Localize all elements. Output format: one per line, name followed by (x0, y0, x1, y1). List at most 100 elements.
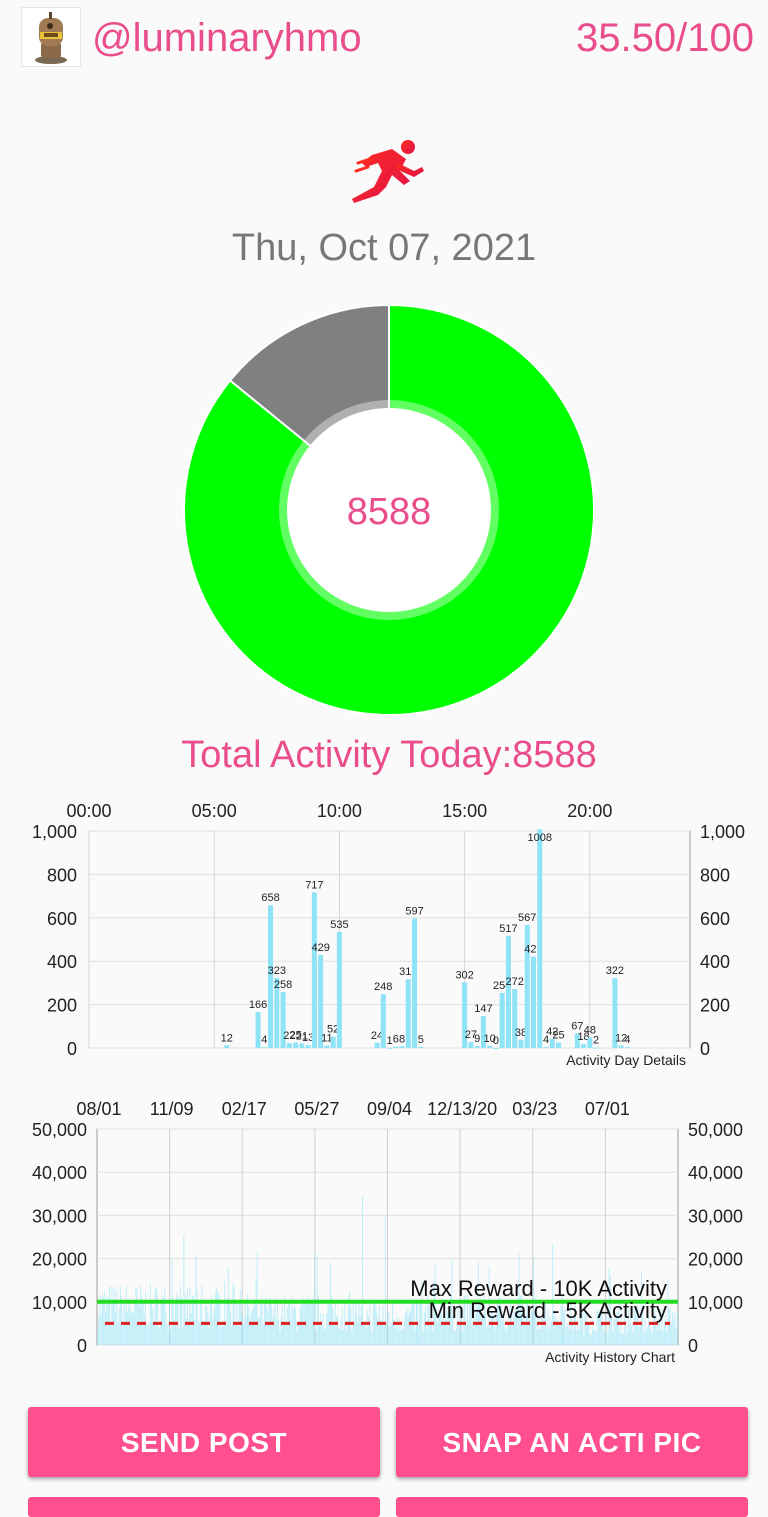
history-chart-bar (536, 1329, 538, 1345)
history-chart-bar (128, 1298, 130, 1345)
history-chart-bar (298, 1322, 300, 1345)
day-chart-bar-label: 9 (474, 1033, 480, 1045)
history-chart-bar (149, 1282, 151, 1345)
snap-pic-button[interactable]: SNAP AN ACTI PIC (396, 1407, 748, 1477)
history-chart-bar (170, 1328, 172, 1345)
history-chart-bar (398, 1330, 400, 1345)
history-chart-bar (119, 1285, 121, 1345)
history-chart-bar (504, 1327, 506, 1345)
day-chart-bar (593, 1047, 599, 1049)
history-chart-bar (139, 1305, 140, 1345)
history-chart-bar (129, 1305, 131, 1345)
history-chart-bar (159, 1325, 161, 1345)
history-chart-bar (643, 1333, 645, 1345)
day-chart-bar-label: 1008 (528, 832, 552, 844)
day-chart-y-tick-right: 600 (700, 909, 730, 929)
history-chart-bar (166, 1323, 168, 1345)
history-chart-bar (387, 1313, 389, 1345)
history-chart-bar (629, 1324, 630, 1345)
history-chart-bar (374, 1303, 376, 1345)
history-chart-bar (143, 1314, 145, 1345)
day-chart-y-tick: 0 (67, 1039, 77, 1059)
history-chart-bar (494, 1329, 496, 1345)
history-chart-bar (273, 1309, 275, 1345)
history-chart-bar (512, 1325, 514, 1345)
history-chart-bar (468, 1321, 470, 1345)
history-chart-x-tick: 03/23 (512, 1099, 557, 1119)
history-chart-bar (125, 1287, 127, 1345)
history-chart-bar (158, 1328, 160, 1345)
day-chart-y-tick: 1,000 (32, 822, 77, 842)
history-chart-bar (151, 1299, 152, 1345)
history-chart-bar (656, 1330, 658, 1345)
history-chart-y-tick-right: 10,000 (688, 1293, 743, 1313)
history-chart-bar (590, 1334, 592, 1345)
day-chart-bar (330, 1036, 336, 1048)
history-chart-bar (359, 1315, 361, 1345)
send-post-button[interactable]: SEND POST (28, 1407, 380, 1477)
history-chart-bar (350, 1307, 352, 1345)
history-chart-bar (194, 1320, 196, 1345)
history-chart-bar (127, 1312, 128, 1345)
history-chart-y-tick-right: 20,000 (688, 1250, 743, 1270)
day-chart-bar (618, 1045, 624, 1048)
history-chart-bar (189, 1288, 191, 1345)
history-chart-bar (229, 1298, 230, 1345)
header: @luminaryhmo 35.50/100 (0, 0, 768, 80)
runner-icon (348, 137, 428, 207)
history-chart-bar (266, 1307, 268, 1345)
history-chart-bar (116, 1290, 118, 1345)
history-chart-bar (454, 1330, 456, 1345)
day-chart-bar (512, 988, 518, 1048)
day-chart-bar (474, 1046, 480, 1048)
history-chart-bar (203, 1321, 205, 1345)
history-chart-bar (196, 1288, 198, 1345)
history-chart-x-tick: 02/17 (222, 1099, 267, 1119)
history-chart-bar (275, 1318, 277, 1345)
history-chart-bar (631, 1325, 633, 1345)
day-chart-bar-label: 8 (399, 1033, 405, 1045)
history-chart-bar (424, 1305, 426, 1345)
history-chart-bar (302, 1296, 304, 1345)
history-chart-x-tick: 07/01 (585, 1099, 630, 1119)
history-chart-bar (290, 1319, 292, 1345)
history-chart-bar (233, 1286, 235, 1345)
history-chart-bar (326, 1313, 328, 1345)
history-chart-bar (190, 1313, 192, 1345)
day-chart-bar-label: 147 (474, 1003, 492, 1015)
history-chart-bar (232, 1283, 234, 1345)
day-chart-x-tick: 15:00 (442, 801, 487, 821)
day-chart-bar-label: 5 (418, 1034, 424, 1046)
day-chart-y-tick-right: 1,000 (700, 822, 745, 842)
day-chart-bar (537, 829, 543, 1048)
day-chart-bar-label: 658 (261, 892, 279, 904)
day-chart-bar (255, 1011, 261, 1048)
history-chart-bar (100, 1314, 102, 1345)
history-chart-bar (388, 1313, 390, 1345)
history-chart-y-tick-right: 30,000 (688, 1206, 743, 1226)
history-chart-bar (462, 1331, 464, 1345)
day-chart-y-tick-right: 200 (700, 996, 730, 1016)
history-chart-bar (136, 1289, 138, 1345)
history-chart-bar (154, 1288, 156, 1345)
history-chart-bar (179, 1286, 181, 1345)
history-chart-bar (406, 1306, 408, 1345)
history-chart-bar (297, 1323, 299, 1345)
day-chart-bar (293, 1042, 299, 1048)
history-chart-bar (675, 1329, 677, 1345)
history-chart-bar (133, 1313, 134, 1345)
history-chart-bar (426, 1330, 428, 1345)
day-chart-bar (487, 1045, 493, 1048)
avatar[interactable] (21, 7, 81, 67)
day-chart-bar-label: 567 (518, 912, 536, 924)
history-chart-bar (107, 1297, 109, 1345)
history-chart-bar (315, 1329, 317, 1345)
history-chart-bar (429, 1323, 431, 1345)
history-chart-bar (587, 1322, 588, 1345)
next-button-left[interactable] (28, 1497, 380, 1517)
history-chart-bar (243, 1322, 245, 1345)
history-chart-bar (285, 1325, 287, 1345)
history-chart-bar (667, 1278, 669, 1345)
history-chart-bar (135, 1287, 137, 1345)
next-button-right[interactable] (396, 1497, 748, 1517)
